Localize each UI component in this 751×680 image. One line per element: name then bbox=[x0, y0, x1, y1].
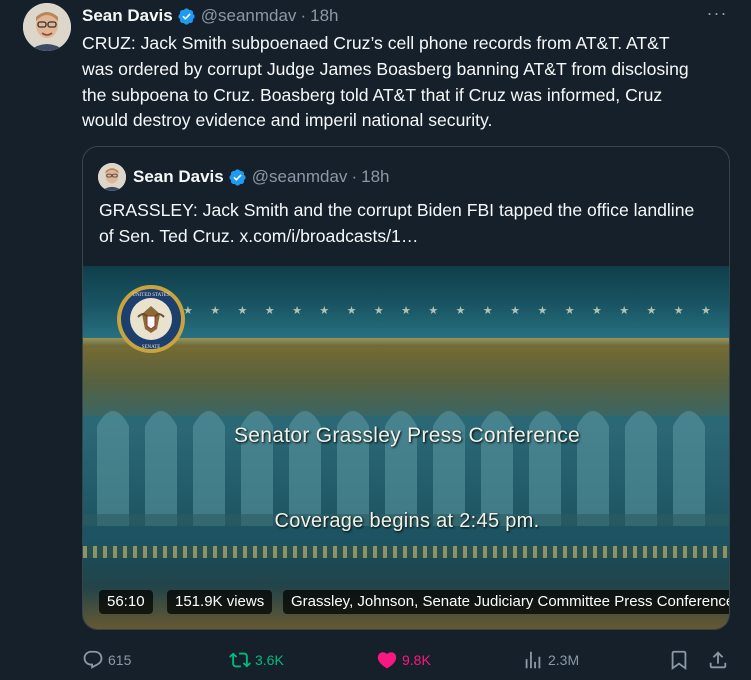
views-icon bbox=[525, 651, 541, 669]
author-name[interactable]: Sean Davis bbox=[82, 6, 173, 26]
share-icon bbox=[709, 651, 727, 669]
separator-dot: · bbox=[300, 6, 307, 25]
quote-header: Sean Davis @seanmdav · 18h bbox=[133, 165, 389, 189]
colonnade-graphic bbox=[83, 411, 729, 526]
bookmark-icon bbox=[671, 650, 687, 671]
avatar[interactable] bbox=[23, 3, 71, 51]
like-count: 9.8K bbox=[402, 652, 431, 668]
quote-timestamp[interactable]: 18h bbox=[361, 167, 389, 187]
quote-text: GRASSLEY: Jack Smith and the corrupt Bid… bbox=[99, 200, 695, 246]
reply-count: 615 bbox=[108, 652, 132, 668]
tweet-actions: 615 3.6K 9.8K 2.3M bbox=[82, 648, 728, 672]
author-handle[interactable]: @seanmdav bbox=[201, 6, 297, 26]
timestamp[interactable]: 18h bbox=[310, 6, 338, 26]
reply-button[interactable]: 615 bbox=[82, 648, 131, 672]
broadcast-video[interactable]: ★★★★★★★★★★★★★★★★★★★★ bbox=[83, 266, 729, 629]
tweet-header: Sean Davis @seanmdav · 18h bbox=[82, 4, 338, 28]
views-count: 2.3M bbox=[548, 652, 580, 668]
more-icon[interactable]: ··· bbox=[705, 4, 729, 24]
retweet-count: 3.6K bbox=[255, 652, 284, 668]
tweet[interactable]: Sean Davis @seanmdav · 18h ··· CRUZ: Jac… bbox=[0, 0, 751, 680]
retweet-button[interactable]: 3.6K bbox=[229, 648, 284, 672]
reply-icon bbox=[83, 650, 103, 669]
broadcast-title-badge: Grassley, Johnson, Senate Judiciary Comm… bbox=[283, 590, 729, 614]
tweet-text: CRUZ: Jack Smith subpoenaed Cruz’s cell … bbox=[82, 33, 689, 131]
separator-dot: · bbox=[351, 167, 358, 186]
duration-badge: 56:10 bbox=[99, 590, 153, 614]
heart-icon bbox=[377, 652, 397, 669]
views-badge: 151.9K views bbox=[167, 590, 273, 614]
svg-text:SENATE: SENATE bbox=[142, 345, 161, 350]
quote-avatar[interactable] bbox=[98, 163, 126, 191]
quote-author-name[interactable]: Sean Davis bbox=[133, 167, 224, 187]
retweet-icon bbox=[229, 652, 251, 668]
video-title-card: Senator Grassley Press Conference bbox=[233, 424, 581, 447]
bookmark-button[interactable] bbox=[668, 648, 690, 672]
like-button[interactable]: 9.8K bbox=[376, 648, 431, 672]
video-stripes bbox=[83, 546, 729, 558]
views-button[interactable]: 2.3M bbox=[522, 648, 579, 672]
quoted-tweet[interactable]: Sean Davis @seanmdav · 18h GRASSLEY: Jac… bbox=[82, 146, 730, 630]
senate-seal-icon: UNITED STATES SENATE bbox=[117, 285, 185, 353]
quote-author-handle[interactable]: @seanmdav bbox=[252, 167, 348, 187]
video-coverage-text: Coverage begins at 2:45 pm. bbox=[274, 510, 540, 532]
video-stars-row: ★ ★ ★ ★ ★ ★ ★ ★ ★ ★ ★ ★ ★ ★ ★ ★ ★ ★ ★ ★ bbox=[183, 305, 711, 317]
svg-text:UNITED STATES: UNITED STATES bbox=[132, 293, 169, 298]
share-button[interactable] bbox=[707, 648, 729, 672]
verified-badge-icon[interactable] bbox=[177, 7, 196, 26]
verified-badge-icon[interactable] bbox=[228, 168, 247, 187]
